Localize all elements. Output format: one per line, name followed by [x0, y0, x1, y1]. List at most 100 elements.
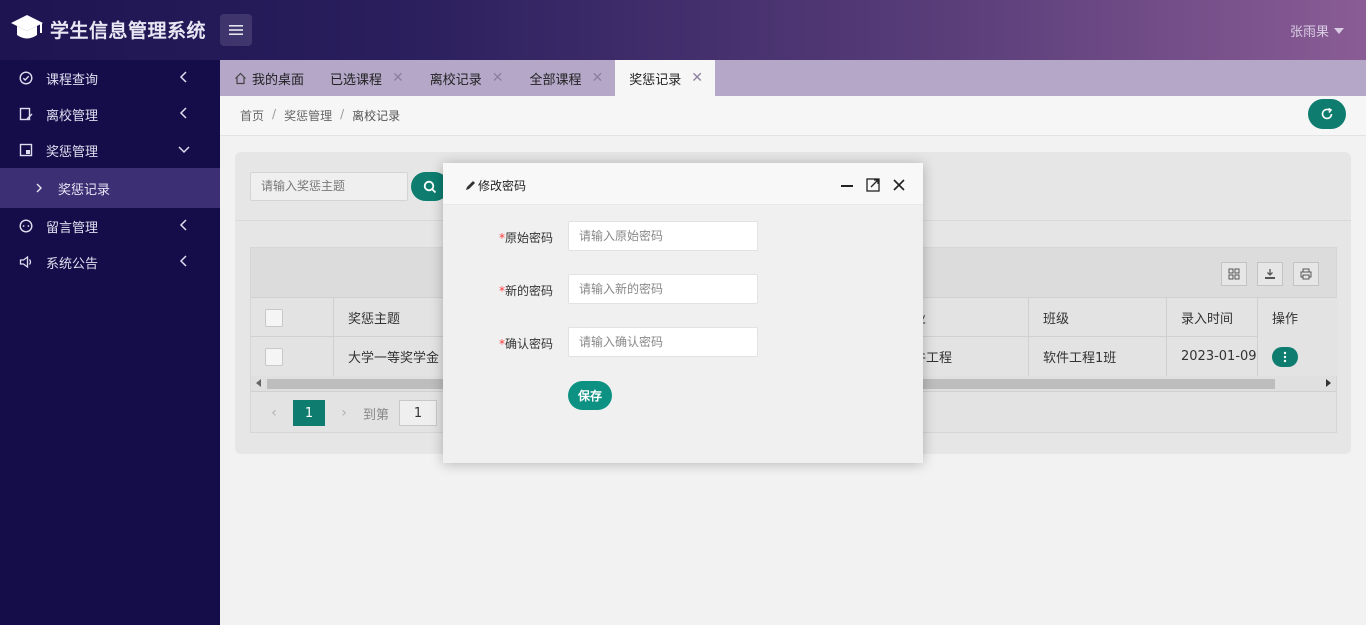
caret-down-icon — [1334, 27, 1344, 34]
row-checkbox-cell — [251, 337, 333, 376]
field-label-text: 新的密码 — [504, 284, 553, 298]
sidebar-item-label: 留言管理 — [46, 220, 99, 236]
dialog-title-text: 修改密码 — [478, 179, 527, 193]
cell-class: 软件工程1班 — [1028, 337, 1166, 376]
close-icon[interactable]: ✕ — [492, 70, 504, 86]
chevron-left-icon — [179, 107, 187, 119]
document-icon — [18, 142, 34, 158]
export-icon — [1265, 269, 1275, 279]
new-password-input[interactable]: 请输入新的密码 — [568, 274, 758, 304]
sidebar-subitem-reward-records[interactable]: 奖惩记录 — [0, 168, 220, 208]
maximize-icon[interactable] — [865, 177, 881, 193]
sidebar-item-rewards[interactable]: 奖惩管理 — [0, 132, 220, 168]
refresh-button[interactable] — [1308, 99, 1346, 129]
app-logo: 学生信息管理系统 — [10, 12, 206, 46]
sidebar-item-messages[interactable]: 留言管理 — [0, 208, 220, 244]
tab-reward-records[interactable]: 奖惩记录 ✕ — [615, 60, 716, 96]
dialog-title: 修改密码 — [465, 177, 526, 194]
prev-page-icon[interactable]: ‹ — [265, 405, 283, 421]
top-header: 学生信息管理系统 张雨果 — [0, 0, 1366, 60]
cell-ops — [1257, 337, 1338, 376]
more-actions-button[interactable] — [1272, 346, 1298, 367]
original-password-input[interactable]: 请输入原始密码 — [568, 221, 758, 251]
current-page[interactable]: 1 — [293, 400, 325, 426]
goto-label: 到第 — [363, 407, 390, 423]
header-time: 录入时间 — [1166, 298, 1257, 337]
refresh-icon — [1321, 107, 1333, 120]
field-label: *原始密码 — [499, 229, 553, 246]
form-row-new-password: *新的密码 请输入新的密码 — [443, 274, 923, 304]
print-icon — [1300, 268, 1312, 280]
chevron-right-icon — [36, 183, 42, 193]
sidebar-item-label: 系统公告 — [46, 256, 99, 272]
search-input[interactable]: 请输入奖惩主题 — [250, 172, 408, 201]
header-ops: 操作 — [1257, 298, 1338, 337]
pencil-icon — [466, 181, 475, 190]
tab-label: 我的桌面 — [252, 72, 305, 88]
menu-toggle-button[interactable] — [220, 14, 252, 46]
sidebar-item-label: 奖惩管理 — [46, 144, 99, 160]
close-icon[interactable]: ✕ — [592, 70, 604, 86]
confirm-password-input[interactable]: 请输入确认密码 — [568, 327, 758, 357]
scroll-left-icon[interactable] — [256, 379, 261, 387]
close-icon[interactable] — [891, 177, 907, 193]
tab-label: 离校记录 — [429, 72, 482, 88]
speaker-icon — [18, 254, 34, 270]
graduation-cap-icon — [11, 15, 43, 39]
print-button[interactable] — [1293, 262, 1319, 286]
row-checkbox[interactable] — [265, 347, 283, 366]
sidebar-item-label: 离校管理 — [46, 108, 99, 124]
chat-icon — [18, 218, 34, 234]
chevron-left-icon — [179, 71, 187, 83]
next-page-icon[interactable]: › — [335, 405, 353, 421]
tab-all-courses[interactable]: 全部课程 ✕ — [516, 60, 616, 96]
header-major: 业 — [913, 298, 1028, 337]
tab-label: 已选课程 — [330, 72, 383, 88]
field-label-text: 确认密码 — [504, 337, 553, 351]
field-label-text: 原始密码 — [504, 231, 553, 245]
scroll-right-icon[interactable] — [1326, 379, 1331, 387]
search-icon — [423, 180, 437, 193]
user-name: 张雨果 — [1289, 25, 1329, 40]
cell-major: 件工程 — [913, 351, 953, 366]
chevron-left-icon — [179, 255, 187, 267]
user-menu[interactable]: 张雨果 — [1290, 21, 1344, 40]
close-icon[interactable]: ✕ — [691, 70, 703, 86]
field-label: *确认密码 — [499, 335, 553, 352]
sidebar-item-course-query[interactable]: 课程查询 — [0, 60, 220, 96]
home-icon — [235, 72, 246, 84]
minimize-icon[interactable] — [839, 177, 855, 193]
tab-leave-records[interactable]: 离校记录 ✕ — [416, 60, 516, 96]
header-class: 班级 — [1028, 298, 1166, 337]
dialog-window-actions — [839, 177, 907, 193]
more-vertical-icon — [1283, 351, 1287, 362]
sidebar-item-announcements[interactable]: 系统公告 — [0, 244, 220, 280]
sidebar-subitem-label: 奖惩记录 — [58, 182, 111, 198]
breadcrumb: 首页 / 奖惩管理 / 离校记录 — [240, 107, 400, 124]
sidebar: 课程查询 离校管理 奖惩管理 奖惩记录 留言管理 系统公告 — [0, 60, 220, 625]
tab-label: 奖惩记录 — [629, 72, 682, 88]
header-checkbox-cell — [251, 298, 333, 337]
sidebar-item-leave-school[interactable]: 离校管理 — [0, 96, 220, 132]
goto-page-input[interactable]: 1 — [399, 400, 438, 426]
close-icon[interactable]: ✕ — [392, 70, 404, 86]
columns-filter-button[interactable] — [1221, 262, 1247, 286]
tab-selected-courses[interactable]: 已选课程 ✕ — [316, 60, 416, 96]
save-button[interactable]: 保存 — [568, 381, 612, 410]
chevron-down-icon — [178, 146, 190, 154]
form-row-confirm-password: *确认密码 请输入确认密码 — [443, 327, 923, 357]
export-button[interactable] — [1257, 262, 1283, 286]
app-title: 学生信息管理系统 — [50, 19, 207, 42]
select-all-checkbox[interactable] — [265, 308, 283, 327]
breadcrumb-separator: / — [272, 107, 277, 121]
breadcrumb-bar: 首页 / 奖惩管理 / 离校记录 — [220, 96, 1366, 136]
breadcrumb-section[interactable]: 奖惩管理 — [284, 107, 332, 124]
dialog-header: 修改密码 — [443, 163, 923, 205]
breadcrumb-home[interactable]: 首页 — [240, 107, 264, 124]
form-row-original-password: *原始密码 请输入原始密码 — [443, 221, 923, 251]
breadcrumb-current: 离校记录 — [352, 109, 401, 123]
hamburger-icon — [229, 25, 243, 35]
cell-time: 2023-01-09 18 — [1166, 337, 1257, 376]
tab-bar: 我的桌面 已选课程 ✕ 离校记录 ✕ 全部课程 ✕ 奖惩记录 ✕ — [220, 60, 1366, 96]
tab-my-desktop[interactable]: 我的桌面 — [220, 60, 316, 96]
